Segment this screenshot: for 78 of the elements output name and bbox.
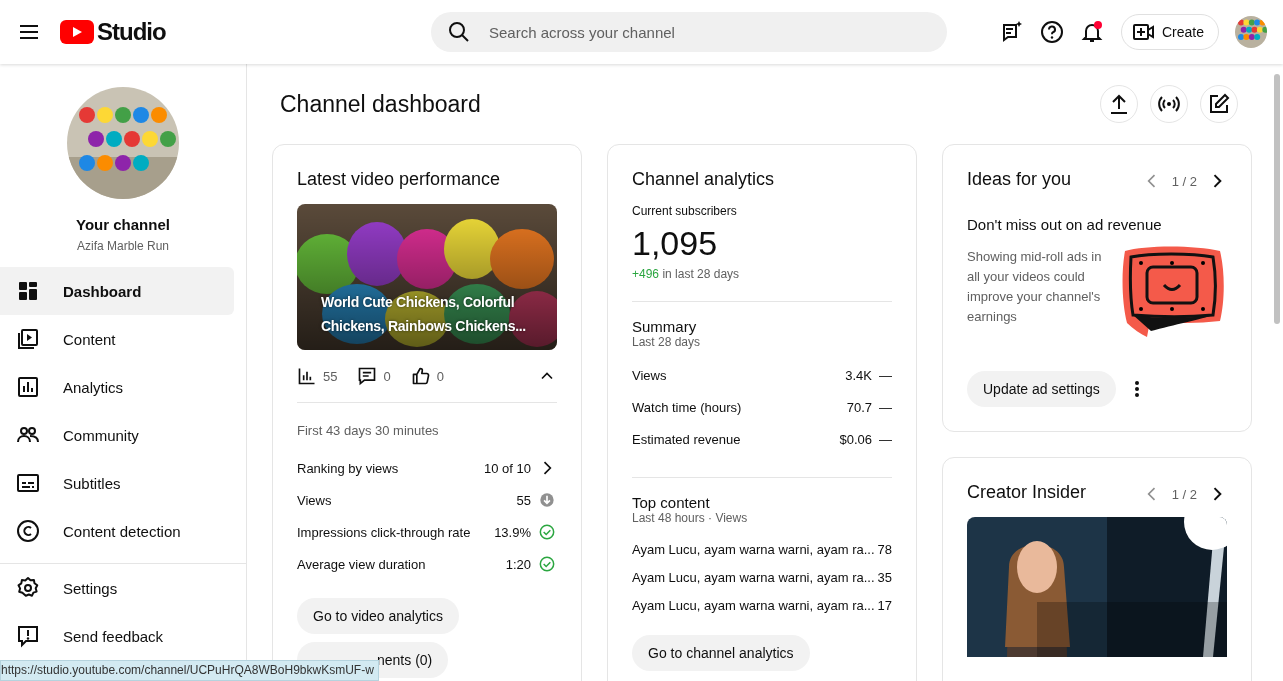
sidebar-item[interactable]: Subtitles — [0, 459, 234, 507]
check-circle-icon — [537, 522, 557, 542]
page-title: Channel dashboard — [280, 90, 481, 118]
search-icon — [447, 20, 471, 44]
subtitles-icon — [16, 471, 40, 495]
section-title: Summary — [632, 318, 698, 335]
metric-label: Ranking by views — [297, 460, 399, 476]
sidebar-item[interactable]: Analytics — [0, 363, 234, 411]
metric-label: Views — [632, 367, 667, 383]
view-count: 78 — [877, 541, 892, 557]
thumbs-up-icon — [410, 366, 431, 386]
trend-indicator: — — [878, 431, 892, 447]
search-input[interactable]: Search across your channel — [487, 22, 931, 42]
metric-label: Watch time (hours) — [632, 399, 742, 415]
view-count: 17 — [877, 597, 892, 613]
logo-text: Studio — [97, 18, 166, 46]
view-count: 35 — [877, 569, 892, 585]
metric-value: 55 — [516, 492, 531, 508]
channel-name: Azifa Marble Run — [76, 239, 169, 253]
video-link[interactable]: Ayam Lucu, ayam warna warni, ayam ra... — [632, 569, 875, 585]
stat-count: 55 — [323, 368, 338, 384]
stat-count: 0 — [436, 368, 444, 384]
subscriber-change: +496 — [632, 267, 660, 281]
card-title: Channel analytics — [632, 169, 776, 190]
card-title: Creator Insider — [967, 482, 1087, 503]
dashboard-icon — [16, 279, 40, 303]
sidebar-item[interactable]: Content — [0, 315, 234, 363]
sidebar-item[interactable]: Send feedback — [0, 612, 246, 660]
sidebar-item[interactable]: Settings — [0, 564, 246, 612]
feedback-icon — [16, 624, 40, 648]
metric-label: Average view duration — [297, 556, 426, 572]
bar-chart-icon — [297, 366, 317, 386]
section-subtitle: Last 48 hours · Views — [632, 511, 749, 525]
video-link[interactable]: Ayam Lucu, ayam warna warni, ayam ra... — [632, 541, 875, 557]
check-circle-icon — [537, 554, 557, 574]
sidebar-item[interactable]: Community — [0, 411, 234, 459]
studio-logo[interactable]: Studio — [60, 18, 166, 46]
search-field[interactable]: Search across your channel — [431, 12, 947, 52]
video-list-icon — [16, 327, 40, 351]
section-title: Top content — [632, 494, 711, 511]
update-ad-settings-button[interactable]: Update ad settings — [967, 371, 1116, 407]
idea-heading: Don't miss out on ad revenue — [967, 216, 1163, 233]
sidebar-item[interactable]: Content detection — [0, 507, 234, 555]
comment-icon — [357, 366, 378, 386]
stat-count: 0 — [383, 368, 391, 384]
help-icon[interactable] — [1038, 19, 1065, 45]
arrow-down-circle-icon — [537, 490, 557, 510]
sidebar-item[interactable]: Dashboard — [0, 267, 234, 315]
metric-label: Views — [297, 492, 332, 508]
trend-indicator: — — [878, 367, 892, 383]
metric-value: 70.7 — [846, 399, 872, 415]
metric-value: $0.06 — [839, 431, 872, 447]
video-link[interactable]: Ayam Lucu, ayam warna warni, ayam ra... — [632, 597, 875, 613]
metric-value: 13.9% — [494, 524, 531, 540]
copyright-icon — [16, 519, 40, 543]
subscribers-label: Current subscribers — [632, 204, 738, 218]
channel-analytics-button[interactable]: Go to channel analytics — [632, 635, 810, 671]
change-period: in last 28 days — [662, 267, 740, 281]
period-label: First 43 days 30 minutes — [297, 423, 440, 438]
metric-value: 10 of 10 — [484, 460, 531, 476]
metric-label: Impressions click-through rate — [297, 524, 471, 540]
card-title: Latest video performance — [297, 169, 502, 190]
subscriber-count: 1,095 — [632, 224, 719, 263]
channel-title: Your channel — [76, 216, 170, 233]
trend-indicator: — — [878, 399, 892, 415]
page-indicator: 1 / 2 — [1171, 486, 1197, 502]
idea-description: Showing mid-roll ads in all your videos could improve your channel's earnings — [967, 248, 1102, 326]
settings-icon — [16, 576, 40, 600]
bar-chart-icon — [16, 375, 40, 399]
card-title: Ideas for you — [967, 169, 1072, 190]
section-subtitle: Last 28 days — [632, 335, 702, 349]
metric-label: Estimated revenue — [632, 431, 741, 447]
play-logo-icon — [60, 20, 94, 44]
metric-value: 3.4K — [845, 367, 872, 383]
page-indicator: 1 / 2 — [1171, 173, 1197, 189]
video-analytics-button[interactable]: Go to video analytics — [297, 598, 459, 634]
metric-value: 1:20 — [505, 556, 531, 572]
status-url: https://studio.youtube.com/channel/UCPuHrQA8WBoH9bkwKsmUF-w — [0, 660, 379, 681]
